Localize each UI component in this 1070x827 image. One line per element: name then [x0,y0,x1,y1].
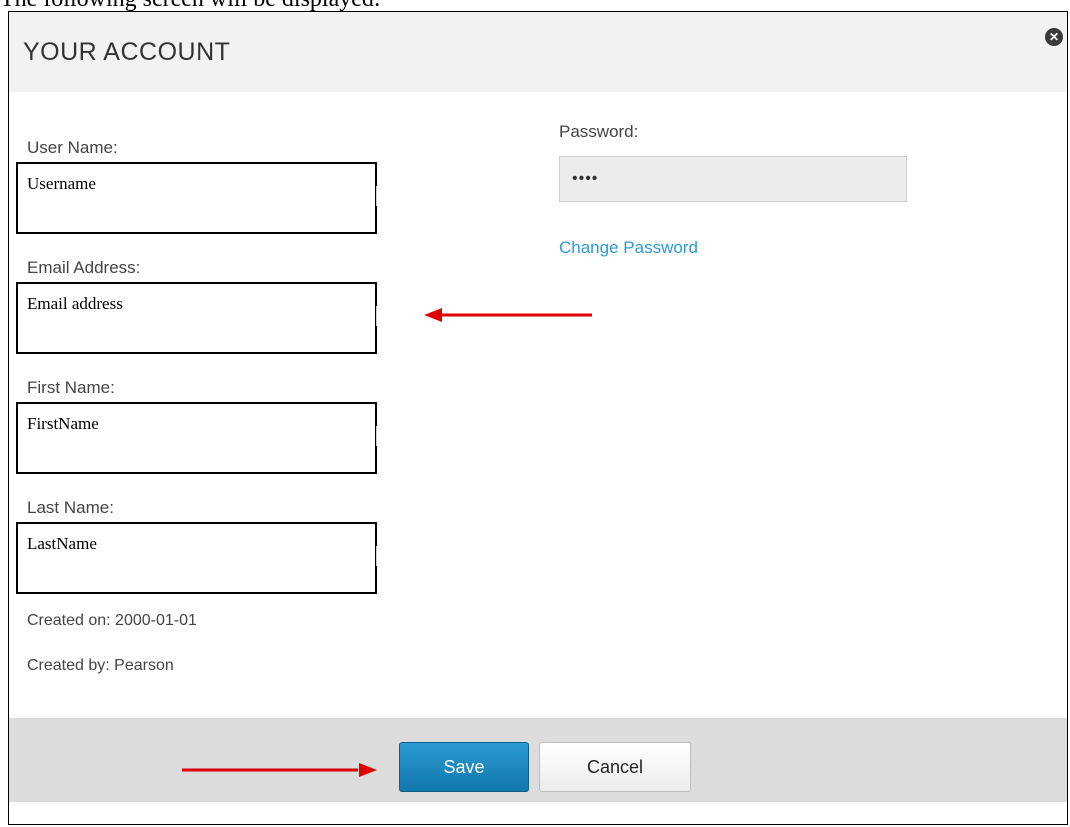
created-by-text: Created by: Pearson [27,657,174,674]
first-name-label: First Name: [27,378,115,397]
password-field[interactable]: •••• [559,156,907,202]
last-name-label: Last Name: [27,498,114,517]
password-label: Password: [559,122,639,141]
email-arrow-icon [424,308,592,322]
email-value: Email address [27,294,123,313]
first-name-field[interactable]: FirstName [16,402,377,474]
dialog-footer [9,718,1067,802]
change-password-link[interactable]: Change Password [559,238,698,258]
save-button[interactable]: Save [399,742,529,792]
dialog-header: YOUR ACCOUNT ✕ [9,12,1067,92]
save-arrow-icon [182,763,377,777]
first-name-value: FirstName [27,414,99,433]
created-on-text: Created on: 2000-01-01 [27,612,197,629]
password-masked-value: •••• [572,170,599,187]
email-label: Email Address: [27,258,141,277]
cancel-button[interactable]: Cancel [539,742,691,792]
last-name-value: LastName [27,534,97,553]
email-field[interactable]: Email address [16,282,377,354]
username-value: Username [27,174,96,193]
your-account-dialog: YOUR ACCOUNT ✕ User Name: Username Email… [8,11,1068,825]
close-icon[interactable]: ✕ [1045,28,1063,46]
dialog-title: YOUR ACCOUNT [23,38,231,66]
last-name-field[interactable]: LastName [16,522,377,594]
username-label: User Name: [27,138,118,157]
username-field[interactable]: Username [16,162,377,234]
